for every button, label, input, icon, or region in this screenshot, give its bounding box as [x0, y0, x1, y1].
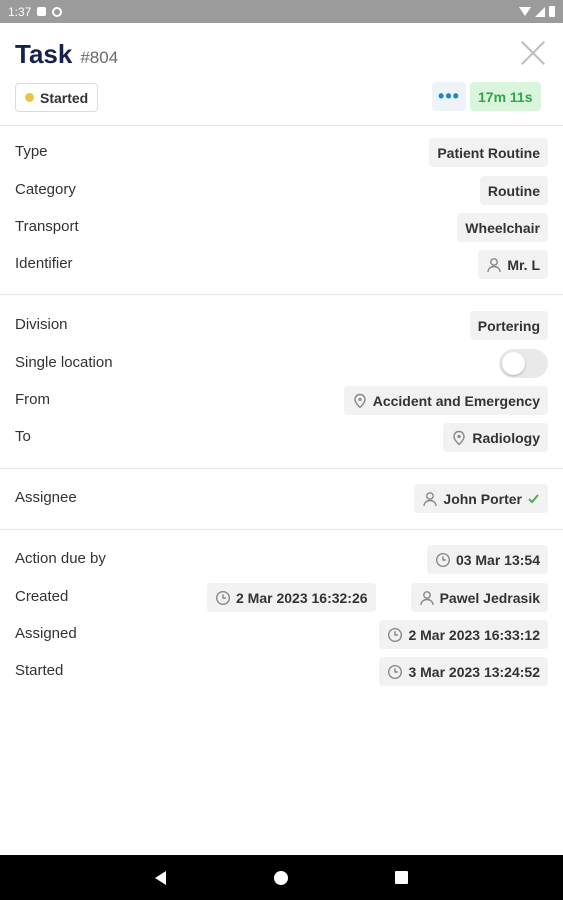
from-value: Accident and Emergency: [372, 392, 540, 409]
assigned-label: Assigned: [15, 625, 77, 642]
assigned-value: 2 Mar 2023 16:33:12: [408, 626, 540, 643]
page-title: Task: [15, 39, 73, 69]
identifier-label: Identifier: [15, 255, 73, 272]
single-location-label: Single location: [15, 354, 113, 371]
single-location-toggle[interactable]: [499, 349, 548, 378]
task-id: #804: [80, 48, 119, 67]
to-value: Radiology: [472, 429, 540, 446]
divider: [0, 468, 563, 469]
action-due-chip: 03 Mar 13:54: [426, 545, 548, 574]
more-options-button[interactable]: •••: [432, 82, 466, 111]
back-icon[interactable]: [155, 871, 166, 885]
to-location-chip[interactable]: Radiology: [443, 423, 548, 452]
clock-icon: [387, 664, 403, 680]
from-label: From: [15, 391, 50, 408]
created-value: 2 Mar 2023 16:32:26: [236, 589, 368, 606]
sync-icon: [52, 6, 63, 17]
started-label: Started: [15, 662, 64, 679]
created-label: Created: [15, 588, 69, 605]
home-icon[interactable]: [274, 871, 288, 885]
transport-label: Transport: [15, 218, 79, 235]
identifier-value: Mr. L: [507, 256, 540, 273]
status-time: 1:37: [8, 4, 32, 19]
type-label: Type: [15, 143, 48, 160]
wifi-icon: [519, 7, 531, 16]
recent-apps-icon[interactable]: [395, 871, 408, 884]
identifier-chip[interactable]: Mr. L: [478, 250, 548, 279]
clock-icon: [215, 590, 231, 606]
action-due-label: Action due by: [15, 550, 106, 567]
created-time-chip: 2 Mar 2023 16:32:26: [207, 583, 376, 612]
category-label: Category: [15, 181, 76, 198]
transport-value: Wheelchair: [465, 219, 540, 236]
clock-icon: [387, 627, 403, 643]
division-value: Portering: [477, 317, 540, 334]
type-value: Patient Routine: [437, 144, 540, 161]
created-by-chip[interactable]: Pawel Jedrasik: [410, 583, 548, 612]
category-chip: Routine: [479, 176, 548, 205]
divider: [0, 125, 563, 126]
to-label: To: [15, 428, 31, 445]
status-label: Started: [40, 89, 89, 106]
location-pin-icon: [352, 393, 368, 409]
assignee-chip[interactable]: John Porter: [414, 484, 548, 513]
toggle-knob: [502, 352, 525, 375]
status-dot-icon: [25, 93, 34, 102]
elapsed-timer-badge: 17m 11s: [470, 82, 541, 111]
battery-icon: [549, 6, 555, 17]
from-location-chip[interactable]: Accident and Emergency: [343, 386, 548, 415]
division-chip: Portering: [469, 311, 548, 340]
check-icon: [527, 492, 540, 505]
person-icon: [419, 590, 435, 606]
divider: [0, 294, 563, 295]
task-title-row: Task #804: [15, 39, 118, 70]
started-time-chip: 3 Mar 2023 13:24:52: [379, 657, 548, 686]
divider: [0, 529, 563, 530]
transport-chip: Wheelchair: [457, 213, 548, 242]
started-value: 3 Mar 2023 13:24:52: [408, 663, 540, 680]
notification-icon: [37, 7, 47, 16]
action-due-value: 03 Mar 13:54: [455, 551, 540, 568]
close-icon[interactable]: [519, 39, 547, 67]
type-chip: Patient Routine: [429, 138, 548, 167]
person-icon: [486, 257, 502, 273]
assigned-time-chip: 2 Mar 2023 16:33:12: [379, 620, 548, 649]
assignee-label: Assignee: [15, 489, 77, 506]
signal-icon: [535, 6, 545, 17]
person-icon: [422, 491, 438, 507]
division-label: Division: [15, 316, 68, 333]
android-status-bar: 1:37: [0, 0, 563, 23]
assignee-value: John Porter: [443, 490, 522, 507]
clock-icon: [435, 552, 451, 568]
category-value: Routine: [487, 182, 540, 199]
created-by-value: Pawel Jedrasik: [439, 589, 540, 606]
android-navigation-bar: [0, 855, 563, 900]
location-pin-icon: [451, 430, 467, 446]
status-badge: Started: [15, 83, 99, 112]
